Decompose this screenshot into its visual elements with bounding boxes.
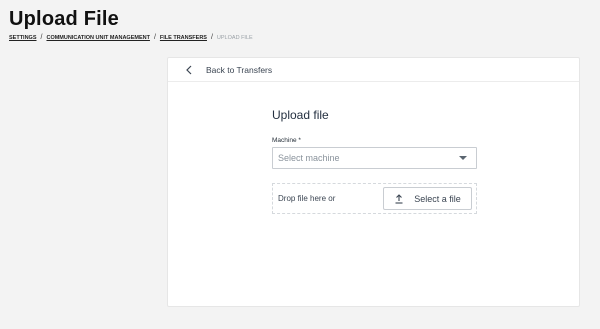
upload-card: Back to Transfers Upload file Machine * …	[167, 57, 580, 307]
file-dropzone[interactable]: Drop file here or Select a file	[272, 183, 477, 214]
card-header: Back to Transfers	[168, 58, 579, 82]
breadcrumb-settings[interactable]: SETTINGS	[9, 35, 37, 41]
select-file-button[interactable]: Select a file	[383, 187, 472, 210]
back-to-transfers-link[interactable]: Back to Transfers	[186, 64, 272, 76]
breadcrumb-separator: /	[40, 34, 43, 41]
chevron-left-icon	[186, 64, 196, 76]
breadcrumb-file-transfers[interactable]: FILE TRANSFERS	[160, 35, 207, 41]
machine-select[interactable]: Select machine	[272, 147, 477, 169]
select-file-label: Select a file	[414, 193, 461, 204]
breadcrumb: SETTINGS / COMMUNICATION UNIT MANAGEMENT…	[9, 34, 253, 41]
breadcrumb-current: UPLOAD FILE	[216, 34, 253, 41]
upload-form: Upload file Machine * Select machine Dro…	[272, 108, 478, 214]
drop-text: Drop file here or	[278, 194, 336, 203]
breadcrumb-separator: /	[153, 34, 156, 41]
form-title: Upload file	[272, 108, 329, 122]
back-label: Back to Transfers	[206, 64, 273, 75]
breadcrumb-communication-unit-management[interactable]: COMMUNICATION UNIT MANAGEMENT	[46, 35, 149, 41]
upload-icon	[394, 193, 404, 204]
breadcrumb-separator: /	[210, 34, 213, 41]
machine-label: Machine *	[272, 137, 301, 144]
machine-select-placeholder: Select machine	[278, 153, 340, 163]
page-title: Upload File	[9, 8, 119, 30]
caret-down-icon	[459, 156, 467, 160]
